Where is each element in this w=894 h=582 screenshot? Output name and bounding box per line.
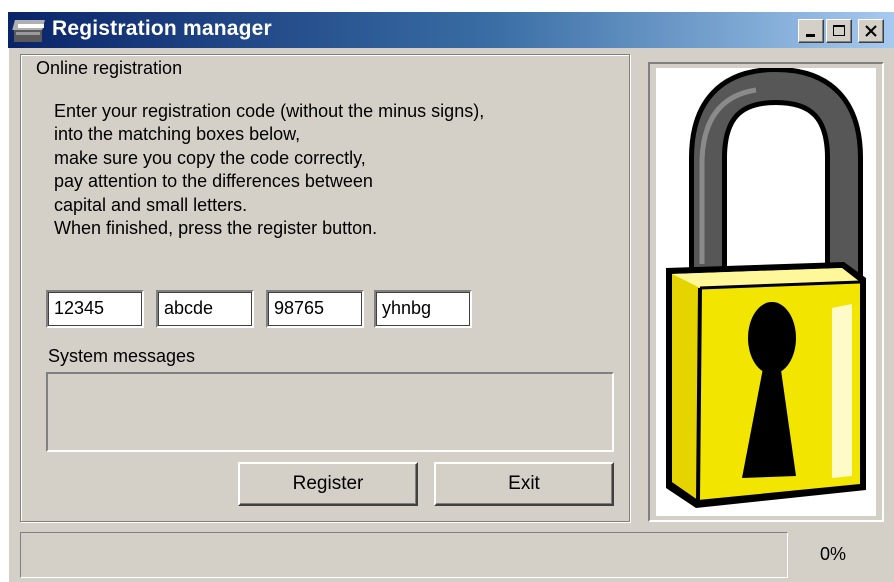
close-button[interactable] (858, 19, 884, 43)
status-bar (20, 532, 788, 578)
maximize-icon (833, 25, 845, 36)
system-messages-box (46, 372, 614, 452)
close-icon (865, 25, 877, 37)
instruction-line: into the matching boxes below, (54, 124, 301, 145)
maximize-button[interactable] (826, 19, 852, 43)
instruction-line: make sure you copy the code correctly, (54, 147, 366, 168)
app-icon (12, 16, 50, 44)
instructions-text: Enter your registration code (without th… (54, 100, 614, 240)
title-bar[interactable]: Registration manager (8, 12, 894, 48)
instruction-line: When finished, press the register button… (54, 218, 378, 239)
minimize-button[interactable] (798, 19, 824, 43)
group-title: Online registration (32, 58, 187, 79)
code-field-4[interactable]: yhnbg (374, 290, 472, 328)
progress-percentage: 0% (820, 544, 847, 564)
code-field-3[interactable]: 98765 (266, 290, 364, 328)
instruction-line: capital and small letters. (54, 194, 248, 215)
window-title: Registration manager (52, 17, 272, 40)
instruction-line: pay attention to the differences between (54, 171, 373, 192)
code-field-1[interactable]: 12345 (46, 290, 144, 328)
exit-button[interactable]: Exit (434, 462, 614, 506)
instruction-line: Enter your registration code (without th… (54, 101, 485, 121)
padlock-icon (656, 68, 876, 516)
register-button[interactable]: Register (238, 462, 418, 506)
minimize-icon (806, 34, 815, 37)
code-field-2[interactable]: abcde (156, 290, 254, 328)
system-messages-label: System messages (48, 346, 196, 366)
